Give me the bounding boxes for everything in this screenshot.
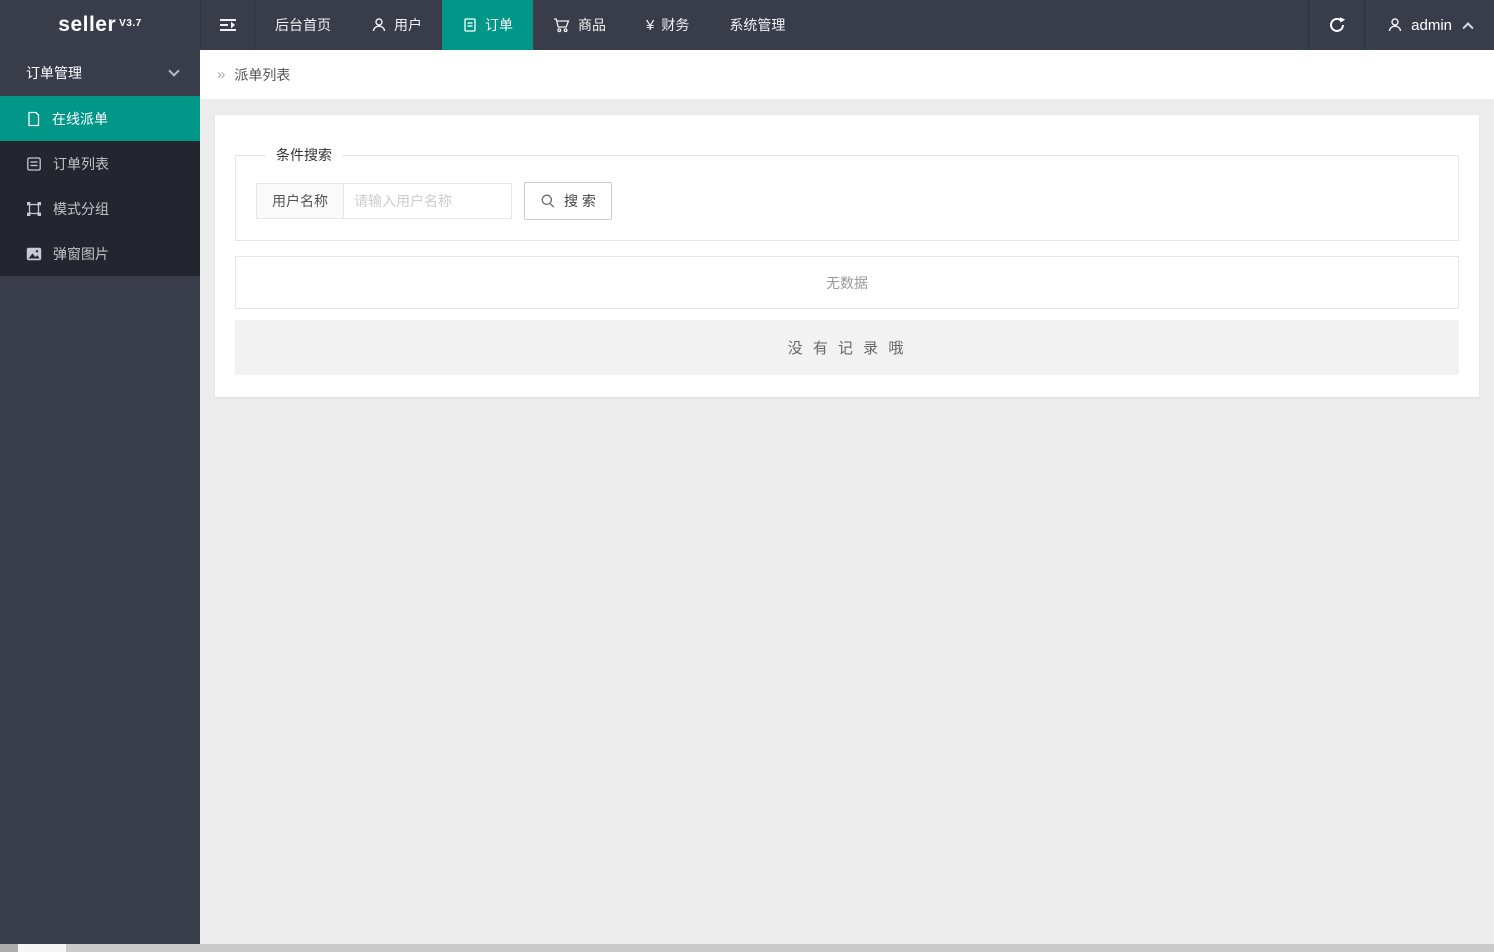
sidebar-item-online-dispatch[interactable]: 在线派单 [0, 96, 200, 141]
brand-logo[interactable]: seller V3.7 [0, 0, 200, 50]
nav-item-goods[interactable]: 商品 [533, 0, 626, 50]
yen-icon: ¥ [646, 16, 655, 34]
scrollbar-segment[interactable] [0, 944, 18, 952]
menu-fold-icon [218, 17, 238, 33]
sidebar-group-label: 订单管理 [26, 65, 82, 81]
search-card: 条件搜索 用户名称 搜 索 [215, 115, 1479, 397]
nav-item-users[interactable]: 用户 [351, 0, 442, 50]
header-right: admin [1308, 0, 1494, 50]
search-icon [540, 193, 556, 209]
chevron-up-icon [1462, 22, 1474, 34]
nav-item-label: 后台首页 [275, 17, 331, 33]
admin-menu[interactable]: admin [1364, 0, 1494, 50]
sidebar-item-mode-group[interactable]: 模式分组 [0, 186, 200, 231]
topnav-menu: 后台首页 用户 订单 商品 ¥ 财务 系统管理 [255, 0, 805, 50]
search-button[interactable]: 搜 索 [524, 182, 612, 220]
nav-item-label: 商品 [578, 17, 606, 33]
page-title: 派单列表 [234, 66, 291, 83]
chevron-down-icon [168, 65, 180, 77]
brand-version: V3.7 [119, 17, 142, 29]
search-button-label: 搜 索 [564, 193, 596, 209]
sidebar-item-label: 弹窗图片 [53, 245, 109, 262]
sidebar-group-order-management[interactable]: 订单管理 [0, 50, 200, 96]
main-content: » 派单列表 条件搜索 用户名称 请输入用户名称 搜 索 无数据 没 有 记 录… [200, 0, 1494, 952]
group-icon [26, 201, 42, 217]
refresh-button[interactable] [1308, 0, 1364, 50]
nav-item-system[interactable]: 系统管理 [709, 0, 805, 50]
username-input[interactable] [344, 183, 512, 219]
empty-data-text: 无数据 [826, 274, 868, 291]
search-form-row: 用户名称 搜 索 [256, 182, 1438, 220]
sidebar-item-label: 模式分组 [53, 200, 109, 217]
sidebar: 订单管理 在线派单 订单列表 模式分组 弹窗图片 [0, 50, 200, 952]
content-area: 条件搜索 用户名称 搜 索 [200, 100, 1494, 412]
sidebar-item-popup-image[interactable]: 弹窗图片 [0, 231, 200, 276]
refresh-icon [1328, 16, 1346, 34]
search-fieldset: 条件搜索 用户名称 搜 索 [235, 145, 1459, 241]
no-record-text: 没 有 记 录 哦 [787, 340, 907, 357]
sidebar-item-order-list[interactable]: 订单列表 [0, 141, 200, 186]
image-icon [26, 247, 42, 261]
nav-item-label: 财务 [661, 17, 690, 33]
username-input-group: 用户名称 [256, 183, 512, 219]
scrollbar-track[interactable] [66, 944, 1494, 952]
dispatch-file-icon [26, 111, 41, 127]
search-legend: 条件搜索 [276, 147, 332, 163]
order-list-icon [26, 156, 42, 172]
breadcrumb-arrow-icon: » [217, 66, 226, 83]
nav-item-orders[interactable]: 订单 [442, 0, 533, 50]
sidebar-item-label: 订单列表 [53, 155, 109, 172]
empty-data-box: 无数据 [235, 256, 1459, 309]
horizontal-scrollbar[interactable] [0, 944, 1494, 952]
nav-item-home[interactable]: 后台首页 [255, 0, 351, 50]
brand-name: seller [58, 13, 117, 36]
nav-item-label: 系统管理 [729, 17, 786, 33]
menu-fold-button[interactable] [200, 0, 255, 50]
scrollbar-thumb[interactable] [18, 944, 66, 952]
sidebar-menu: 在线派单 订单列表 模式分组 弹窗图片 [0, 96, 200, 276]
nav-item-label: 订单 [485, 17, 513, 33]
breadcrumb: » 派单列表 [200, 50, 1494, 100]
no-record-banner: 没 有 记 录 哦 [235, 320, 1459, 375]
sidebar-item-label: 在线派单 [52, 110, 108, 127]
top-navbar: seller V3.7 后台首页 用户 订单 商品 ¥ 财务 系统管理 admi… [0, 0, 1494, 50]
user-icon [371, 17, 387, 33]
admin-username: admin [1411, 16, 1452, 34]
cart-icon [553, 17, 571, 33]
admin-user-icon [1387, 17, 1403, 33]
file-icon [462, 17, 478, 33]
nav-item-label: 用户 [394, 17, 422, 33]
nav-item-finance[interactable]: ¥ 财务 [626, 0, 709, 50]
username-label: 用户名称 [256, 183, 344, 219]
